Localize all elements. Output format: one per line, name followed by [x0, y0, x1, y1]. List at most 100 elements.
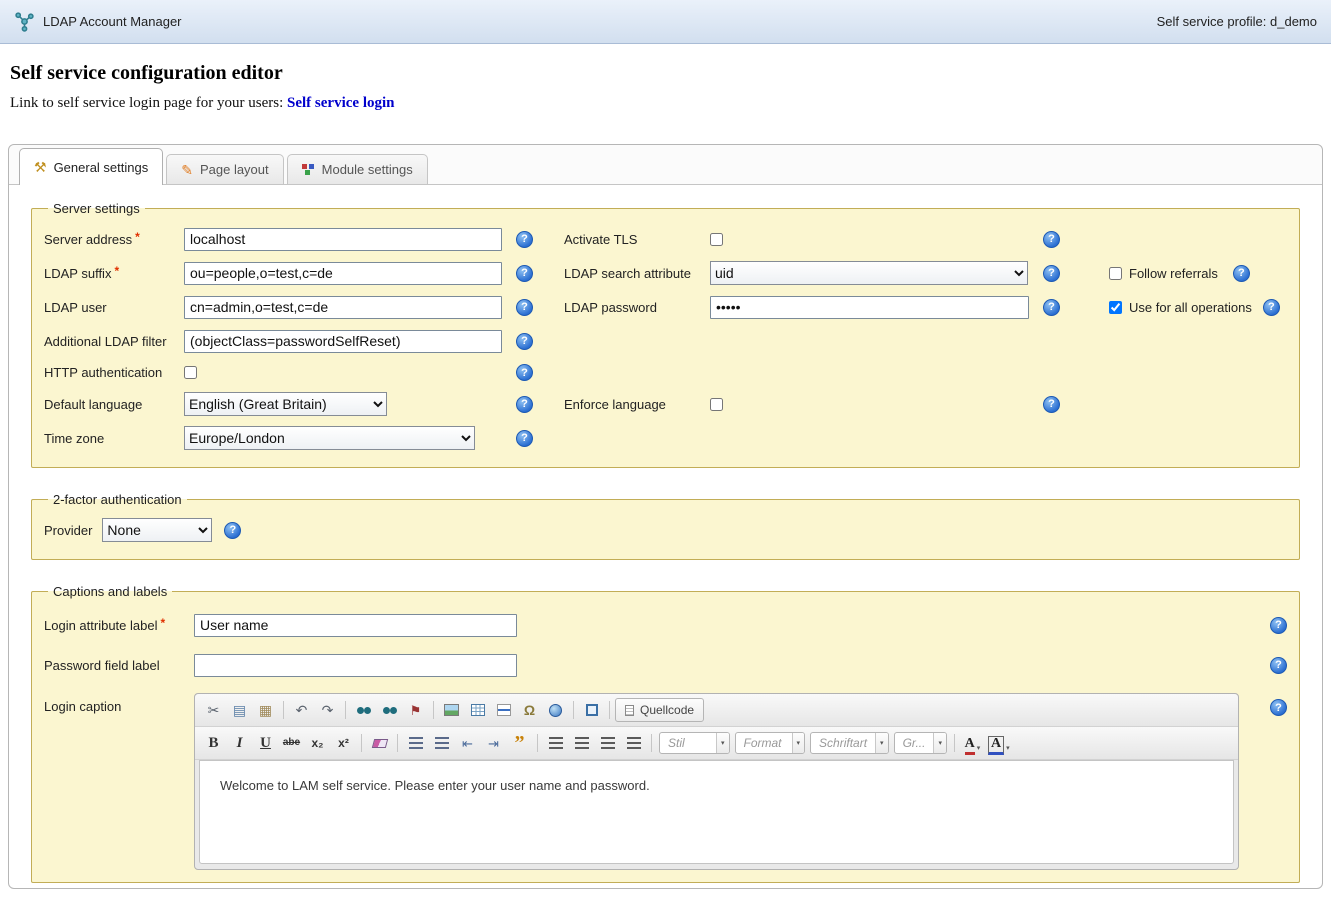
subscript-button[interactable]: x₂	[305, 731, 330, 755]
underline-button[interactable]: U	[253, 731, 278, 755]
help-icon[interactable]: ?	[516, 396, 533, 413]
help-icon[interactable]: ?	[1043, 231, 1060, 248]
tab-label: General settings	[54, 160, 149, 175]
use-for-all-operations-checkbox[interactable]	[1109, 301, 1122, 314]
http-authentication-checkbox[interactable]	[184, 366, 197, 379]
help-icon[interactable]: ?	[516, 364, 533, 381]
additional-ldap-filter-label: Additional LDAP filter	[44, 334, 184, 349]
app-title: LDAP Account Manager	[43, 14, 182, 29]
remove-format-button[interactable]	[367, 731, 392, 755]
time-zone-select[interactable]: Europe/London	[184, 426, 475, 450]
copy-button[interactable]: ▤	[227, 698, 252, 722]
undo-button[interactable]: ↶	[289, 698, 314, 722]
align-right-icon	[601, 737, 615, 749]
help-icon[interactable]: ?	[1233, 265, 1250, 282]
superscript-button[interactable]: x²	[331, 731, 356, 755]
tab-page-layout[interactable]: ✎ Page layout	[166, 154, 283, 184]
help-icon[interactable]: ?	[516, 299, 533, 316]
numbered-list-button[interactable]	[403, 731, 428, 755]
align-right-button[interactable]	[595, 731, 620, 755]
find-icon	[357, 707, 371, 714]
select-all-button[interactable]: ⚑	[403, 698, 428, 722]
help-icon[interactable]: ?	[1043, 396, 1060, 413]
special-char-button[interactable]: Ω	[517, 698, 542, 722]
paste-button[interactable]: ▦	[253, 698, 278, 722]
self-service-login-link[interactable]: Self service login	[287, 95, 394, 111]
help-icon[interactable]: ?	[1043, 299, 1060, 316]
default-language-select[interactable]: English (Great Britain)	[184, 392, 387, 416]
ldap-search-attribute-select[interactable]: uid	[710, 261, 1028, 285]
provider-select[interactable]: None	[102, 518, 212, 542]
help-icon[interactable]: ?	[224, 522, 241, 539]
help-icon[interactable]: ?	[1270, 699, 1287, 716]
chevron-down-icon: ▾	[1006, 744, 1010, 752]
align-left-button[interactable]	[543, 731, 568, 755]
align-justify-button[interactable]	[621, 731, 646, 755]
blockquote-button[interactable]: ”	[507, 731, 532, 755]
follow-referrals-label: Follow referrals	[1129, 266, 1218, 281]
find-button[interactable]	[351, 698, 376, 722]
numbered-list-icon	[409, 737, 423, 749]
bold-button[interactable]: B	[201, 731, 226, 755]
cut-button[interactable]: ✂	[201, 698, 226, 722]
tab-general-settings[interactable]: ⚒ General settings	[19, 148, 163, 185]
eraser-icon	[371, 739, 387, 748]
bullet-list-button[interactable]	[429, 731, 454, 755]
maximize-button[interactable]	[579, 698, 604, 722]
profile-label: Self service profile: d_demo	[1157, 14, 1317, 29]
activate-tls-checkbox[interactable]	[710, 233, 723, 246]
outdent-button[interactable]: ⇤	[455, 731, 480, 755]
indent-button[interactable]: ⇥	[481, 731, 506, 755]
follow-referrals-checkbox[interactable]	[1109, 267, 1122, 280]
align-center-icon	[575, 737, 589, 749]
provider-label: Provider	[44, 523, 92, 538]
tab-module-settings[interactable]: Module settings	[287, 154, 428, 184]
server-address-input[interactable]	[184, 228, 502, 251]
insert-table-button[interactable]	[465, 698, 490, 722]
iframe-button[interactable]	[543, 698, 568, 722]
help-icon[interactable]: ?	[1263, 299, 1280, 316]
default-language-row: Default language English (Great Britain)…	[44, 387, 1287, 421]
background-color-button[interactable]: A ▾	[986, 731, 1012, 755]
redo-button[interactable]: ↷	[315, 698, 340, 722]
help-icon[interactable]: ?	[516, 265, 533, 282]
ldap-suffix-label: LDAP suffix*	[44, 266, 184, 281]
help-icon[interactable]: ?	[1270, 617, 1287, 634]
font-combo[interactable]: Schriftart ▾	[810, 732, 889, 754]
time-zone-row: Time zone Europe/London ?	[44, 421, 1287, 455]
login-attribute-row: Login attribute label* ?	[44, 605, 1287, 645]
copy-icon: ▤	[233, 703, 246, 717]
size-combo[interactable]: Gr... ▾	[894, 732, 947, 754]
help-icon[interactable]: ?	[516, 430, 533, 447]
help-icon[interactable]: ?	[1270, 657, 1287, 674]
replace-button[interactable]	[377, 698, 402, 722]
required-marker: *	[114, 264, 119, 278]
help-icon[interactable]: ?	[516, 333, 533, 350]
tab-content: Server settings Server address* ? Activa…	[9, 185, 1322, 883]
login-line-text: Link to self service login page for your…	[10, 95, 283, 111]
chevron-down-icon: ▾	[792, 733, 805, 753]
default-language-label: Default language	[44, 397, 184, 412]
ldap-user-input[interactable]	[184, 296, 502, 319]
horizontal-rule-button[interactable]	[491, 698, 516, 722]
help-icon[interactable]: ?	[516, 231, 533, 248]
login-attribute-input[interactable]	[194, 614, 517, 637]
editor-content-area[interactable]: Welcome to LAM self service. Please ente…	[199, 760, 1234, 864]
strikethrough-button[interactable]: abe	[279, 731, 304, 755]
password-field-label-input[interactable]	[194, 654, 517, 677]
enforce-language-checkbox[interactable]	[710, 398, 723, 411]
style-combo[interactable]: Stil ▾	[659, 732, 730, 754]
additional-ldap-filter-input[interactable]	[184, 330, 502, 353]
italic-icon: I	[237, 736, 243, 751]
text-color-button[interactable]: A ▾	[960, 731, 985, 755]
help-icon[interactable]: ?	[1043, 265, 1060, 282]
insert-image-button[interactable]	[439, 698, 464, 722]
ldap-password-input[interactable]	[710, 296, 1029, 319]
format-combo[interactable]: Format ▾	[735, 732, 806, 754]
horizontal-rule-icon	[497, 704, 511, 716]
align-center-button[interactable]	[569, 731, 594, 755]
ldap-suffix-input[interactable]	[184, 262, 502, 285]
source-button[interactable]: Quellcode	[615, 698, 704, 722]
required-marker: *	[135, 230, 140, 244]
italic-button[interactable]: I	[227, 731, 252, 755]
